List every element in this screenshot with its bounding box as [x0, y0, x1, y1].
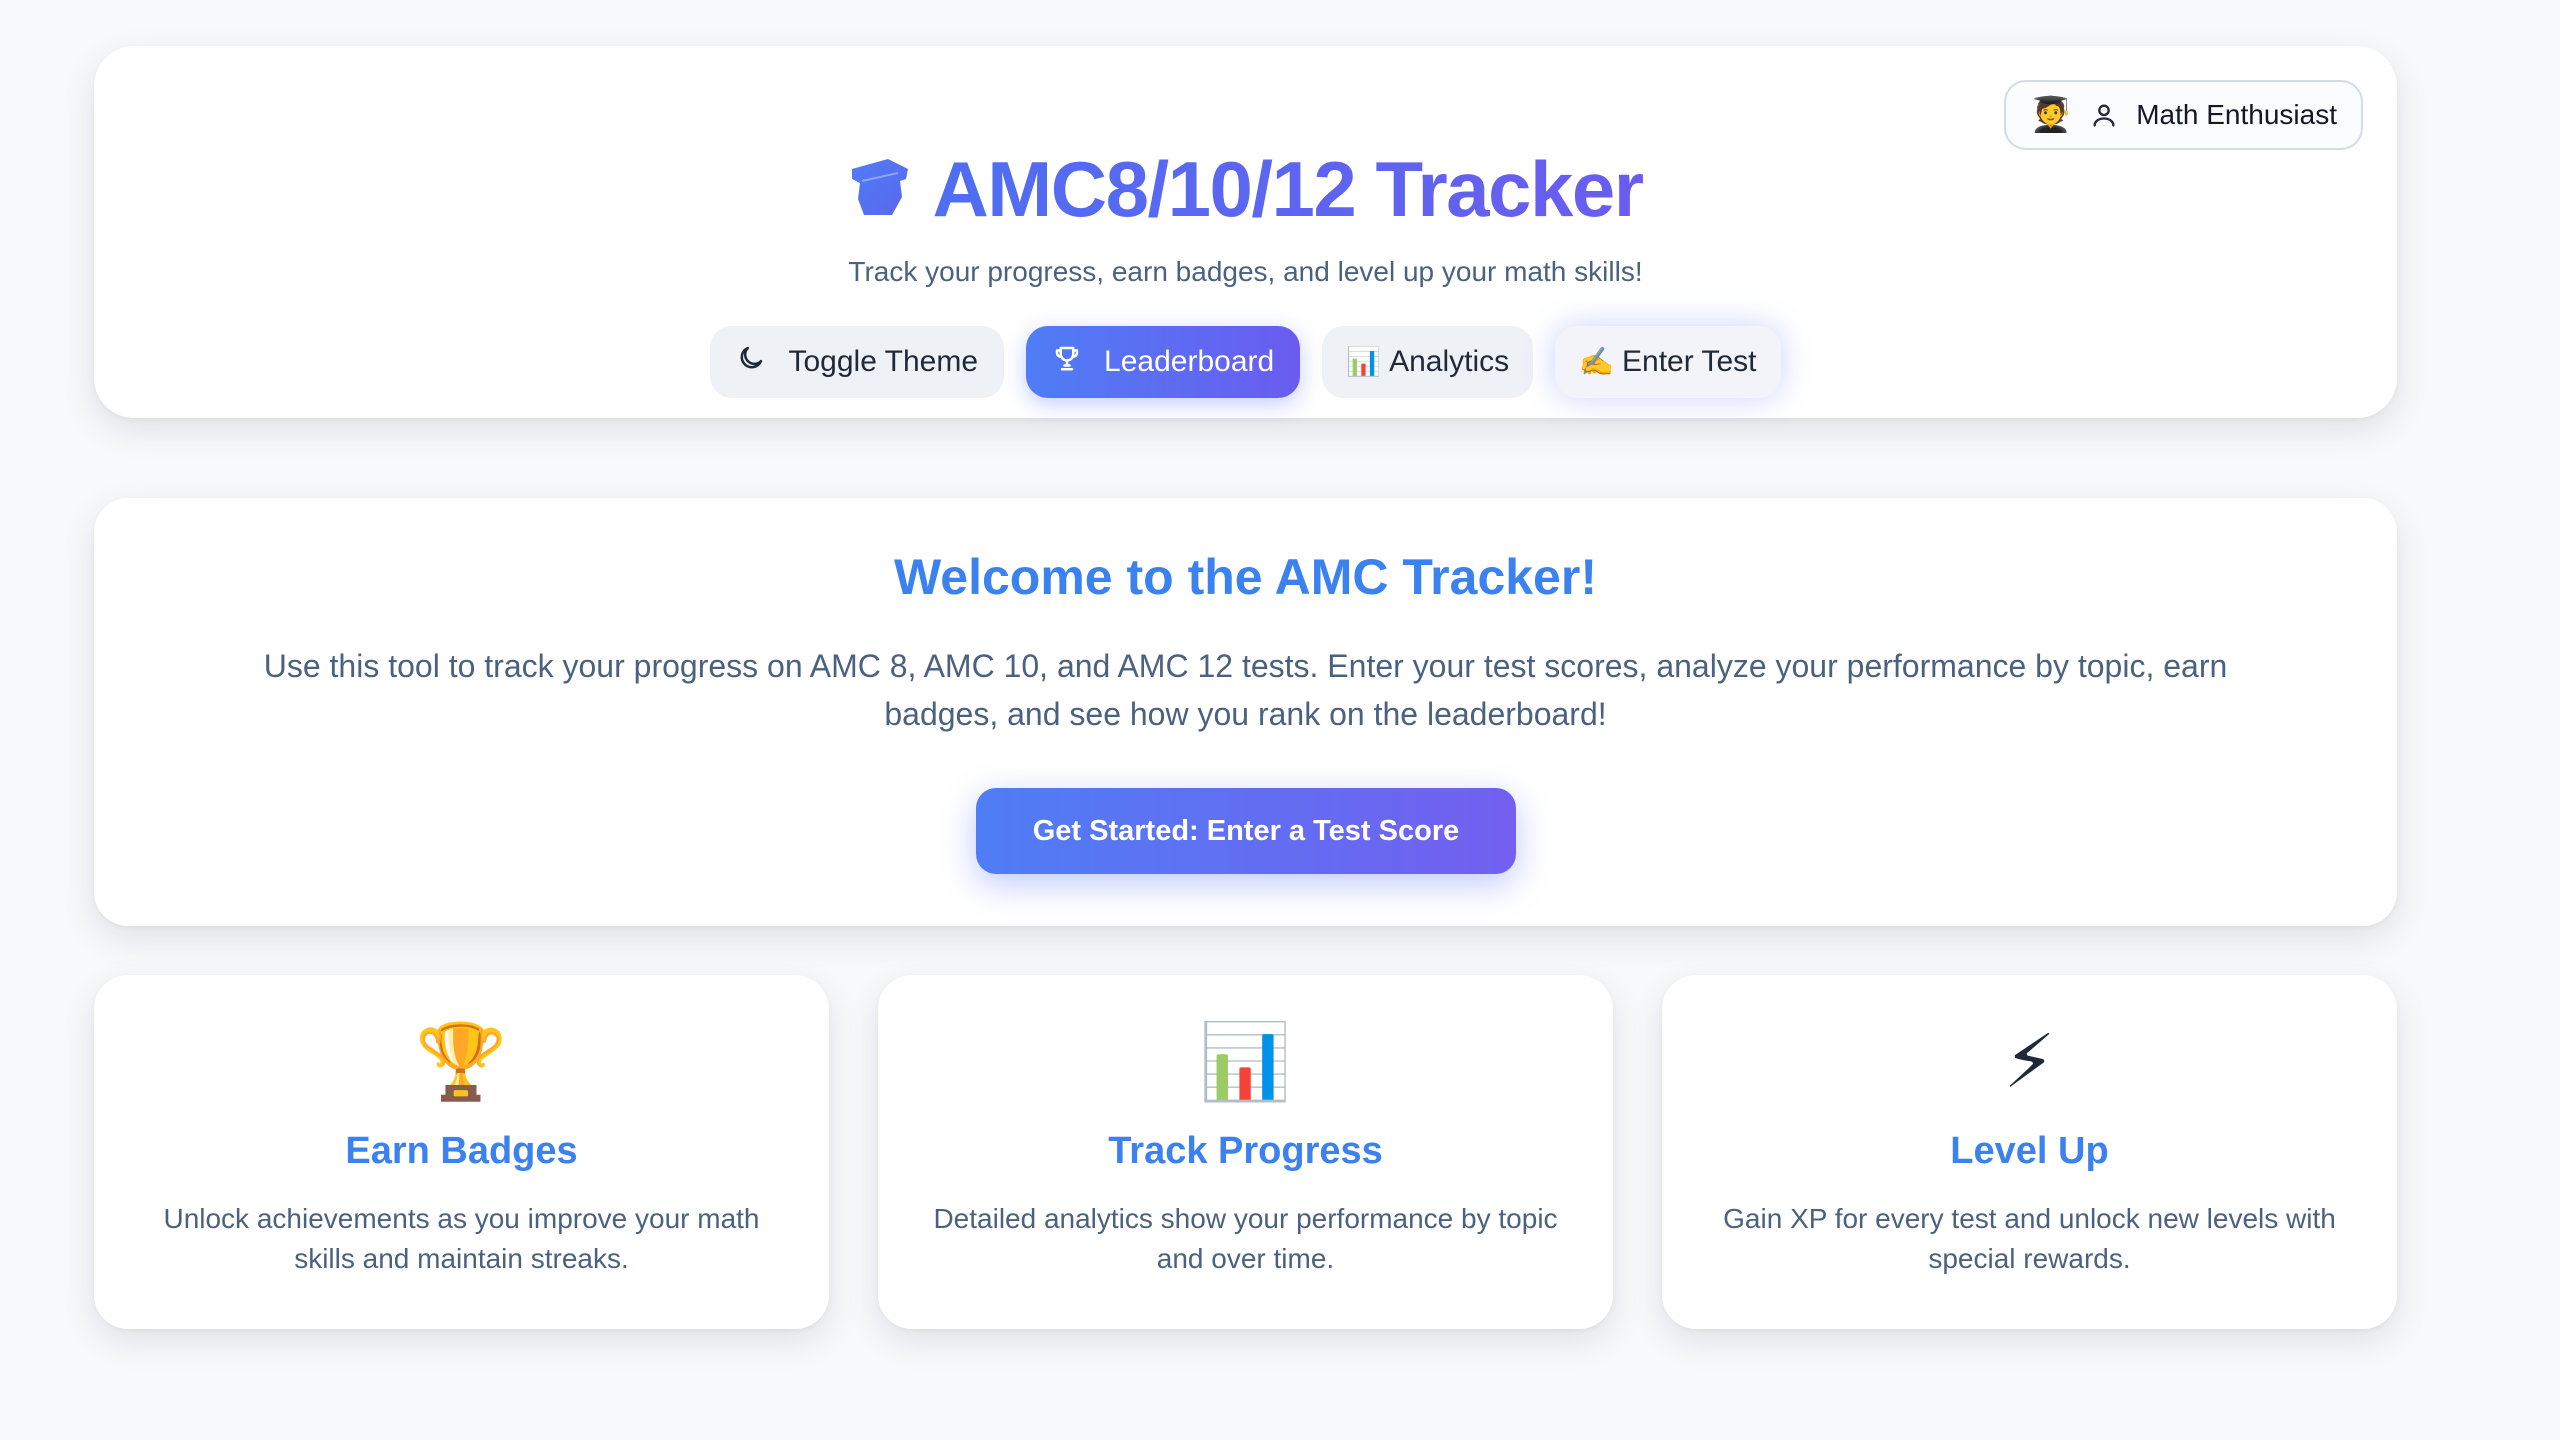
- student-avatar-icon: 🧑‍🎓: [2029, 96, 2073, 134]
- feature-card-level-up: ⚡ Level Up Gain XP for every test and un…: [1662, 975, 2397, 1329]
- profile-name: Math Enthusiast: [2136, 99, 2337, 130]
- user-icon: [2090, 101, 2118, 129]
- app-title-row: AMC8/10/12 Tracker: [94, 150, 2397, 228]
- feature-title: Track Progress: [1108, 1130, 1383, 1172]
- moon-icon: [736, 343, 766, 381]
- graduation-cap-icon: [848, 155, 912, 224]
- feature-description: Gain XP for every test and unlock new le…: [1723, 1203, 2336, 1274]
- welcome-card: Welcome to the AMC Tracker! Use this too…: [94, 498, 2397, 926]
- feature-description: Unlock achievements as you improve your …: [163, 1203, 760, 1274]
- bar-chart-emoji-icon: 📊: [1199, 1020, 1292, 1103]
- header-card: 🧑‍🎓 Math Enthusiast AMC8/10/12 Tr: [94, 46, 2397, 418]
- bar-chart-icon: 📊: [1346, 346, 1382, 377]
- welcome-title: Welcome to the AMC Tracker!: [894, 549, 1597, 605]
- nav-bar: Toggle Theme Leaderboard 📊 Analytics ✍️: [94, 326, 2397, 398]
- toggle-theme-button[interactable]: Toggle Theme: [710, 326, 1005, 398]
- leaderboard-label: Leaderboard: [1104, 345, 1275, 378]
- leaderboard-button[interactable]: Leaderboard: [1026, 326, 1301, 398]
- writing-hand-icon: ✍️: [1579, 346, 1614, 377]
- enter-test-button[interactable]: ✍️ Enter Test: [1555, 326, 1781, 398]
- trophy-emoji-icon: 🏆: [415, 1020, 508, 1103]
- get-started-button[interactable]: Get Started: Enter a Test Score: [976, 788, 1516, 874]
- feature-title: Earn Badges: [345, 1130, 578, 1172]
- enter-test-label: Enter Test: [1622, 345, 1757, 378]
- profile-button[interactable]: 🧑‍🎓 Math Enthusiast: [2003, 80, 2363, 150]
- app-subtitle: Track your progress, earn badges, and le…: [848, 256, 1643, 287]
- analytics-button[interactable]: 📊 Analytics: [1322, 326, 1534, 398]
- app-title: AMC8/10/12 Tracker: [932, 145, 1644, 233]
- feature-title: Level Up: [1950, 1130, 2109, 1172]
- welcome-text: Use this tool to track your progress on …: [263, 648, 2228, 732]
- toggle-theme-label: Toggle Theme: [788, 345, 979, 378]
- trophy-icon: [1052, 343, 1082, 381]
- feature-card-progress: 📊 Track Progress Detailed analytics show…: [878, 975, 1613, 1329]
- feature-description: Detailed analytics show your performance…: [933, 1203, 1558, 1274]
- feature-card-badges: 🏆 Earn Badges Unlock achievements as you…: [94, 975, 829, 1329]
- analytics-label: Analytics: [1389, 345, 1510, 378]
- lightning-emoji-icon: ⚡: [2003, 1020, 2056, 1103]
